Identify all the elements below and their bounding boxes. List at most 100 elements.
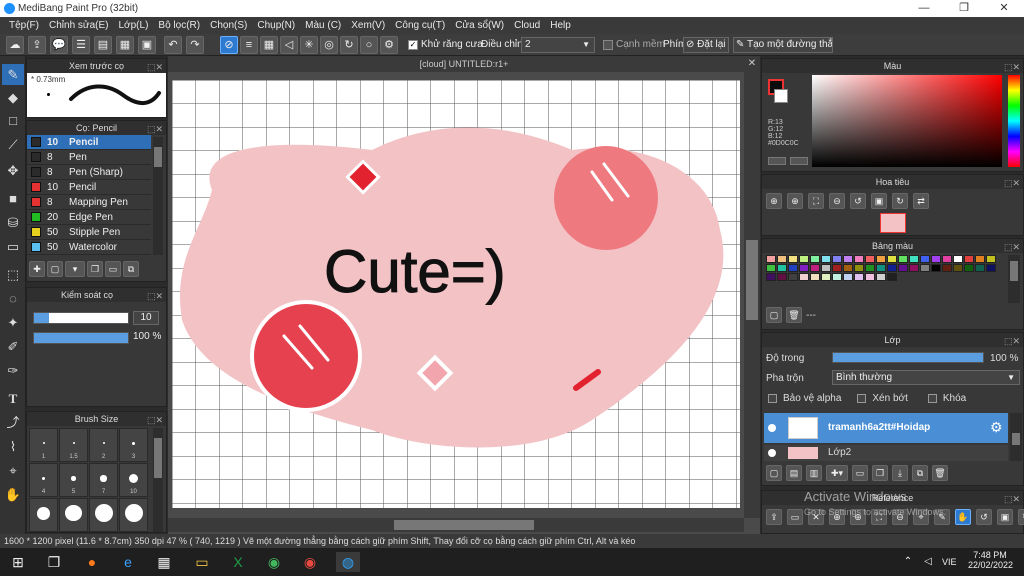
cloud-icon[interactable]: ☁ [6,36,24,54]
firefox-icon[interactable]: ● [80,552,104,572]
share-icon[interactable]: ⇪ [28,36,46,54]
palette-swatch[interactable] [788,264,798,272]
clock[interactable]: 7:48 PM 22/02/2022 [968,550,1013,570]
merge-down-icon[interactable]: ⤓ [892,465,908,481]
delete-palette-icon[interactable]: 🗑 [786,307,802,323]
duplicate-brush-icon[interactable]: ❐ [87,261,103,277]
brush-row[interactable]: 50 Watercolor [27,240,151,255]
palette-swatch[interactable] [920,255,930,263]
magic-wand-icon[interactable]: ✦ [2,312,24,333]
palette-swatch[interactable] [898,264,908,272]
canvas-drawing[interactable]: Cute=) [172,80,740,508]
brush-row[interactable]: 8 Mapping Pen [27,195,151,210]
operation-tool-icon[interactable]: ⤴ [2,412,24,433]
palette-swatch[interactable] [766,264,776,272]
hand-tool-icon[interactable]: ✋ [2,484,24,505]
straight-line-button[interactable]: ✎ Tạo một đường thẳng [733,37,833,53]
palette-swatch[interactable] [931,255,941,263]
store-icon[interactable]: ▦ [152,552,176,572]
new-palette-icon[interactable]: ▢ [766,307,782,323]
palette-swatch[interactable] [810,255,820,263]
snap-parallel-icon[interactable]: ≡ [240,36,258,54]
palette-swatch[interactable] [821,264,831,272]
palette-swatch[interactable] [942,264,952,272]
brush-row[interactable]: 10 Pencil [27,135,151,150]
eye-icon[interactable] [768,449,776,457]
brush-tool-icon[interactable]: ✎ [2,64,24,85]
brush-size-value[interactable]: 10 [133,311,159,325]
menu-edit[interactable]: Chỉnh sửa(E) [44,20,114,31]
brush-list-scrollbar[interactable] [153,137,163,255]
menu-layer[interactable]: Lớp(L) [114,20,154,31]
adjust-select[interactable]: 2 ▼ [521,37,595,53]
menu-tools[interactable]: Công cụ(T) [390,20,450,31]
layer-row[interactable]: Lớp2 [764,445,1008,461]
palette-swatch[interactable] [810,273,820,281]
lasso-tool-icon[interactable]: ◌ [2,288,24,309]
expand-icon[interactable]: ⬚✕ [1004,492,1020,506]
fit-icon[interactable]: ⛶ [808,193,824,209]
rotate-left-icon[interactable]: ↺ [976,509,992,525]
brush-size-cell[interactable]: 10 [119,463,148,497]
layer-opacity-slider[interactable] [832,352,984,363]
rotate-left-icon[interactable]: ↺ [850,193,866,209]
zoom-in-icon[interactable]: ⊕ [766,193,782,209]
zoom-in-2-icon[interactable]: ⊕ [787,193,803,209]
brush-opacity-slider[interactable] [33,332,129,344]
rotate-right-icon[interactable]: ↻ [1018,509,1024,525]
snap-ellipse-icon[interactable]: ○ [360,36,378,54]
rotate-right-icon[interactable]: ↻ [892,193,908,209]
undo-icon[interactable]: ↶ [164,36,182,54]
delete-layer-icon[interactable]: 🗑 [932,465,948,481]
brush-menu-icon[interactable]: ▾ [65,261,85,277]
fit-screen-icon[interactable]: ▣ [997,509,1013,525]
palette-swatch[interactable] [821,273,831,281]
palette-swatch[interactable] [986,264,996,272]
layout-icon[interactable]: ▣ [138,36,156,54]
palette-scrollbar[interactable] [1008,255,1020,303]
snap-perspective-icon[interactable]: ◁ [280,36,298,54]
menu-window[interactable]: Cửa sổ(W) [450,20,509,31]
menu-filter[interactable]: Bộ lọc(R) [153,20,205,31]
zoom-out-icon[interactable]: ⊖ [829,193,845,209]
brush-size-cell[interactable]: 1.5 [59,428,88,462]
new-layer-icon[interactable]: ▢ [766,465,782,481]
windows-start-icon[interactable]: ⊞ [6,552,30,572]
chrome-icon[interactable]: ◉ [262,552,286,572]
palette-swatch[interactable] [964,255,974,263]
open-folder-icon[interactable]: ▭ [787,509,803,525]
excel-icon[interactable]: X [226,552,250,572]
palette-swatch[interactable] [898,255,908,263]
line-tool-icon[interactable]: ⟋ [2,134,24,155]
brush-size-cell[interactable]: 7 [89,463,118,497]
brush-size-cell[interactable] [89,498,118,532]
lock-checkbox[interactable] [927,394,937,403]
protect-alpha-checkbox[interactable] [768,394,777,403]
palette-swatch[interactable] [777,255,787,263]
palette-swatch[interactable] [953,264,963,272]
brush-size-cell[interactable]: 2 [89,428,118,462]
expand-icon[interactable]: ⬚✕ [147,60,163,74]
palette-swatch[interactable] [799,255,809,263]
palette-swatch[interactable] [964,264,974,272]
layer-settings-icon[interactable]: ⚙ [990,419,1003,436]
blend-select[interactable]: Bình thường ▼ [832,370,1020,385]
menu-cloud[interactable]: Cloud [509,20,545,31]
fill-rect-tool-icon[interactable]: ■ [2,188,24,209]
secondary-color-swatch[interactable] [774,89,788,103]
brush-size-cell[interactable] [59,498,88,532]
flip-icon[interactable]: ⇄ [913,193,929,209]
file-explorer-icon[interactable]: ▭ [190,552,214,572]
add-color-button[interactable] [768,157,786,165]
color-saturation-box[interactable] [812,75,1002,167]
chrome-2-icon[interactable]: ◉ [298,552,322,572]
brush-row[interactable]: 50 Stipple Pen [27,225,151,240]
snap-settings-icon[interactable]: ⚙ [380,36,398,54]
hand-icon[interactable]: ✋ [955,509,971,525]
brush-row[interactable]: 20 Edge Pen [27,210,151,225]
palette-swatch[interactable] [843,255,853,263]
canvas-tab[interactable]: [cloud] UNTITLED:r1+ [168,56,760,72]
menu-help[interactable]: Help [545,20,576,31]
palette-swatch[interactable] [810,264,820,272]
expand-icon[interactable]: ⬚✕ [147,413,163,427]
